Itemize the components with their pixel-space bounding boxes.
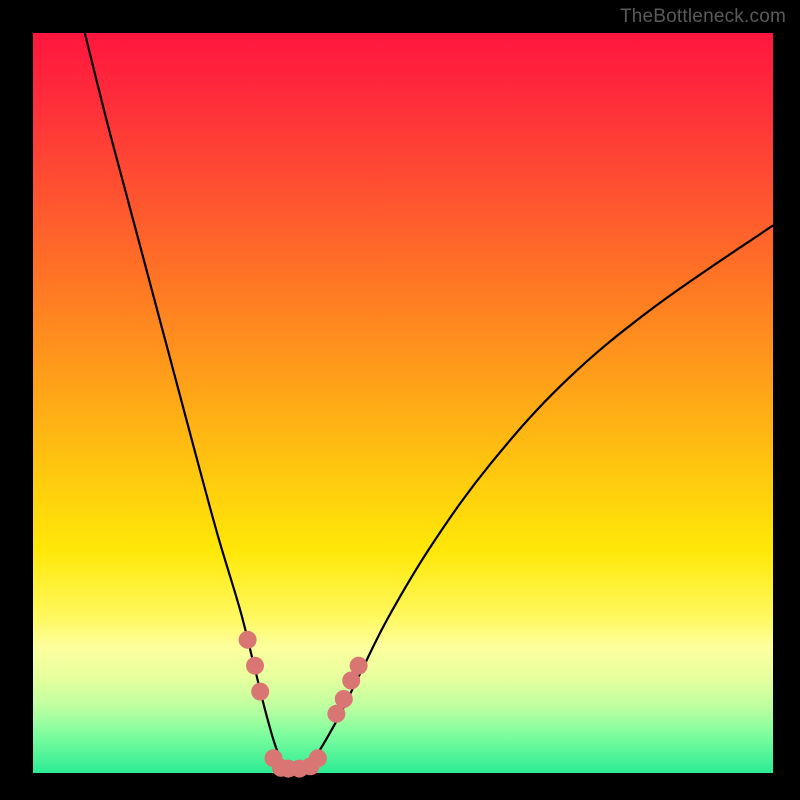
chart-frame: TheBottleneck.com (0, 0, 800, 800)
data-marker (335, 690, 353, 708)
data-marker (350, 657, 368, 675)
plot-area (33, 33, 773, 773)
data-marker (239, 631, 257, 649)
data-marker (309, 749, 327, 767)
watermark-text: TheBottleneck.com (620, 6, 786, 28)
bottleneck-curve (85, 33, 773, 771)
curve-layer (33, 33, 773, 773)
data-marker (251, 683, 269, 701)
marker-group (239, 631, 368, 778)
data-marker (246, 657, 264, 675)
